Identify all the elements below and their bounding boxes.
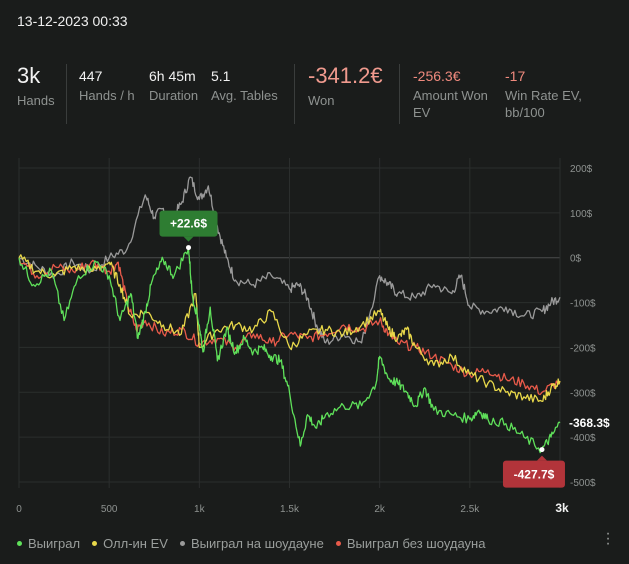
more-options-icon[interactable]: · · · (605, 526, 611, 552)
max-point-marker (186, 245, 192, 251)
x-tick-label: 500 (101, 504, 118, 515)
legend-label: Выиграл без шоудауна (346, 536, 486, 551)
stat-hands: 3k Hands (17, 64, 55, 109)
legend-label: Выиграл на шоудауне (190, 536, 324, 551)
stat-amount-won-ev-label: Amount Won EV (413, 88, 488, 120)
chart-legend: Выиграл Олл-ин EV Выиграл на шоудауне Вы… (17, 536, 497, 551)
legend-dot-icon (92, 541, 98, 546)
stat-avg-tables-label: Avg. Tables (211, 88, 278, 103)
stat-won: -341.2€ Won (308, 64, 383, 109)
profit-chart[interactable]: 200$ 100$ 0$ -100$ -200$ -300$ -400$ -500$ 0 500 1… (0, 150, 629, 530)
stat-hands-per-hour-value: 447 (79, 68, 103, 84)
legend-label: Олл-ин EV (103, 536, 168, 551)
x-tick-label: 3k (555, 501, 569, 515)
y-tick-label: -300$ (570, 388, 596, 399)
legend-dot-icon (17, 541, 22, 546)
y-tick-label: -500$ (570, 478, 596, 489)
legend-item-showdown[interactable]: Выиграл на шоудауне (179, 536, 324, 551)
x-tick-label: 1k (194, 504, 206, 515)
stat-avg-tables-value: 5.1 (211, 68, 231, 84)
x-tick-label: 2k (374, 504, 386, 515)
stat-duration: 6h 45m Duration (149, 68, 198, 104)
stat-duration-label: Duration (149, 88, 199, 103)
max-badge-label: +22.6$ (170, 217, 207, 231)
stat-amount-won-ev: -256.3€ Amount Won EV (413, 68, 497, 121)
stat-divider (399, 64, 400, 124)
legend-dot-icon (179, 541, 185, 546)
y-tick-label: 100$ (570, 209, 593, 220)
stat-duration-value: 6h 45m (149, 68, 196, 84)
y-tick-label: -100$ (570, 299, 596, 310)
min-badge-pointer (536, 455, 547, 461)
session-datetime: 13-12-2023 00:33 (17, 13, 128, 29)
stat-avg-tables: 5.1 Avg. Tables (211, 68, 278, 104)
y-tick-label: -200$ (570, 343, 596, 354)
x-tick-label: 1.5k (280, 504, 300, 515)
legend-item-non-showdown[interactable]: Выиграл без шоудауна (335, 536, 486, 551)
legend-item-allin-ev[interactable]: Олл-ин EV (92, 536, 168, 551)
stat-hands-per-hour-label: Hands / h (79, 88, 135, 103)
stat-hands-label: Hands (17, 93, 55, 108)
stat-won-label: Won (308, 93, 335, 108)
stat-winrate-ev: -17 Win Rate EV, bb/100 (505, 68, 595, 121)
stat-amount-won-ev-value: -256.3€ (413, 68, 461, 84)
end-value-label: -368.3$ (569, 416, 610, 430)
y-tick-label: 200$ (570, 164, 593, 175)
y-tick-label: -400$ (570, 433, 596, 444)
min-point-marker (539, 447, 545, 453)
legend-label: Выиграл (28, 536, 81, 551)
stat-divider (66, 64, 67, 124)
stat-hands-per-hour: 447 Hands / h (79, 68, 135, 104)
min-badge-label: -427.7$ (514, 468, 555, 482)
x-tick-label: 2.5k (460, 504, 480, 515)
legend-item-won[interactable]: Выиграл (17, 536, 80, 551)
stat-won-value: -341.2€ (308, 63, 383, 88)
stat-hands-value: 3k (17, 63, 41, 88)
y-tick-label: 0$ (570, 254, 582, 265)
max-badge-pointer (183, 236, 194, 242)
x-tick-label: 0 (16, 504, 22, 515)
stat-divider (294, 64, 295, 124)
stat-winrate-ev-value: -17 (505, 68, 526, 84)
legend-dot-icon (335, 541, 341, 546)
stat-winrate-ev-label: Win Rate EV, bb/100 (505, 88, 582, 120)
